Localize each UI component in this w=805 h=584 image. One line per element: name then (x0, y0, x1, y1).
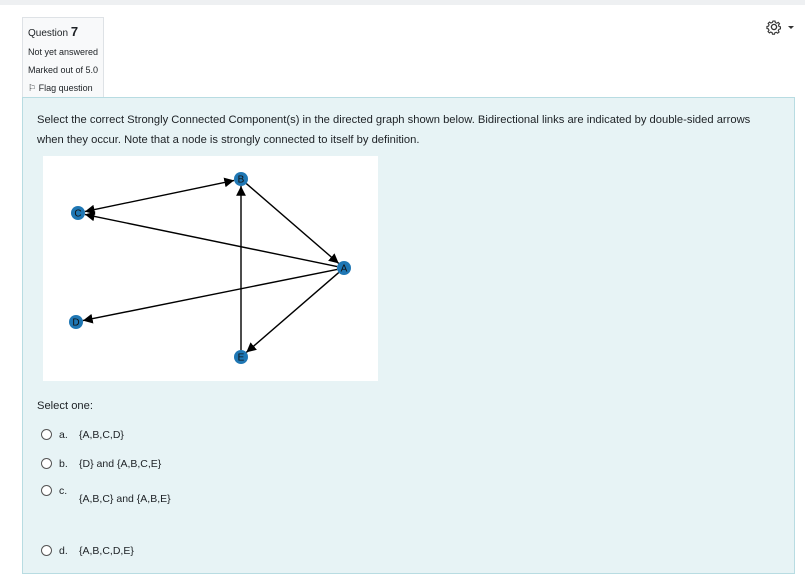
edge-B-A (245, 183, 340, 264)
option-text: {D} and {A,B,C,E} (79, 458, 162, 470)
radio-option-d[interactable] (41, 545, 52, 556)
node-label-E: E (238, 353, 245, 364)
gear-icon (766, 20, 794, 35)
question-number-line: Question 7 (28, 24, 103, 39)
question-content: Select the correct Strongly Connected Co… (22, 97, 795, 574)
option-letter: a. (59, 429, 68, 441)
option-letter: c. (59, 485, 68, 497)
directed-graph-figure: A B C D E (43, 156, 378, 381)
question-text: Select the correct Strongly Connected Co… (37, 114, 751, 146)
node-label-A: A (341, 264, 348, 275)
option-text: {A,B,C,D,E} (79, 545, 134, 557)
node-label-B: B (238, 175, 245, 186)
option-letter: d. (59, 545, 68, 557)
question-number: 7 (70, 24, 79, 39)
edge-A-D (82, 268, 338, 324)
radio-option-a[interactable] (41, 429, 52, 440)
option-text: {A,B,C} and {A,B,E} (79, 493, 171, 505)
radio-option-c[interactable] (41, 485, 52, 496)
edge-A-C (84, 211, 338, 268)
option-letter: b. (59, 458, 68, 470)
node-label-D: D (72, 318, 79, 329)
option-text: {A,B,C,D} (79, 429, 124, 441)
question-marks: Marked out of 5.0 (28, 65, 99, 75)
question-settings-menu[interactable] (765, 17, 797, 37)
flag-icon: ⚐ (28, 83, 37, 93)
flag-question-label: Flag question (38, 83, 93, 93)
flag-question-link[interactable]: ⚐ Flag question (28, 83, 103, 94)
radio-option-b[interactable] (41, 458, 52, 469)
question-info-panel: Question 7 Not yet answered Marked out o… (22, 17, 104, 101)
node-label-C: C (74, 209, 81, 220)
question-label: Question (28, 28, 69, 39)
directed-graph-svg: A B C D E (69, 172, 351, 364)
edge-C-B (84, 177, 235, 215)
select-one-prompt: Select one: (37, 400, 93, 412)
quiz-page: Question 7 Not yet answered Marked out o… (0, 5, 805, 584)
question-status: Not yet answered (28, 47, 99, 57)
